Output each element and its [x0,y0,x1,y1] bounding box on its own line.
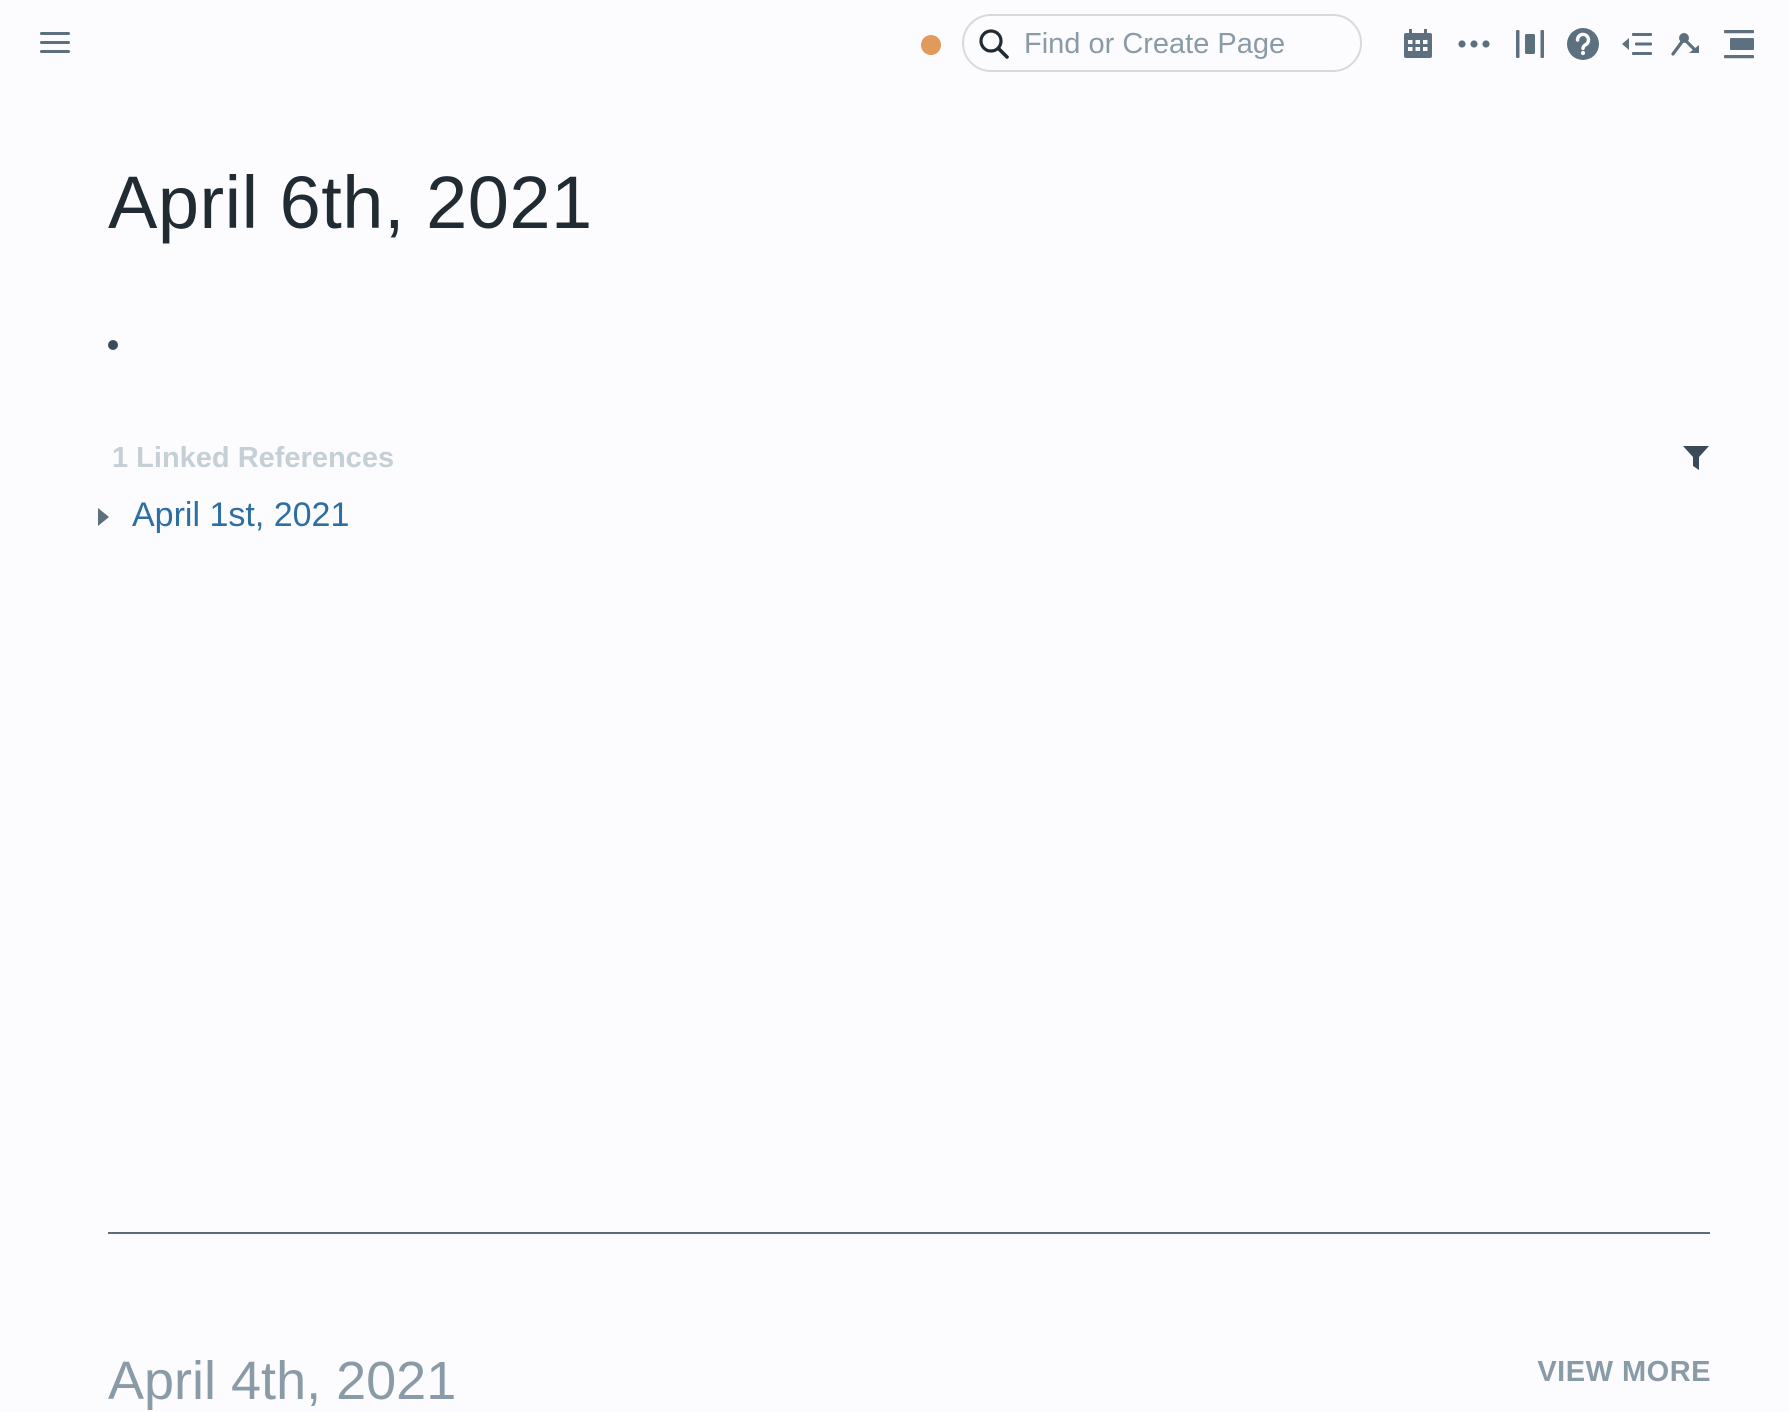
block-bullet[interactable] [108,340,118,350]
view-more-button[interactable]: VIEW MORE [1537,1356,1711,1389]
search-icon [979,29,1009,59]
next-daily-note-title[interactable]: April 4th, 2021 [108,1350,456,1412]
hamburger-menu-icon[interactable] [38,28,72,58]
sync-status-indicator [921,35,941,55]
outdent-list-icon[interactable] [1619,26,1655,62]
search-input[interactable] [1022,24,1346,64]
linked-reference-link[interactable]: April 1st, 2021 [132,496,349,535]
page-divider [108,1232,1710,1234]
page-title[interactable]: April 6th, 2021 [108,160,593,245]
linked-references-header: 1 Linked References [112,442,395,474]
search-box[interactable] [962,14,1362,72]
more-horizontal-icon[interactable] [1456,26,1492,62]
calendar-icon[interactable] [1400,26,1436,62]
expand-caret-icon[interactable] [98,508,109,526]
filter-icon[interactable] [1680,442,1712,474]
columns-icon[interactable] [1512,26,1548,62]
graph-icon[interactable] [1667,26,1703,62]
top-bar [0,0,1790,100]
sidebar-toggle-icon[interactable] [1721,26,1757,62]
help-icon[interactable] [1565,26,1601,62]
